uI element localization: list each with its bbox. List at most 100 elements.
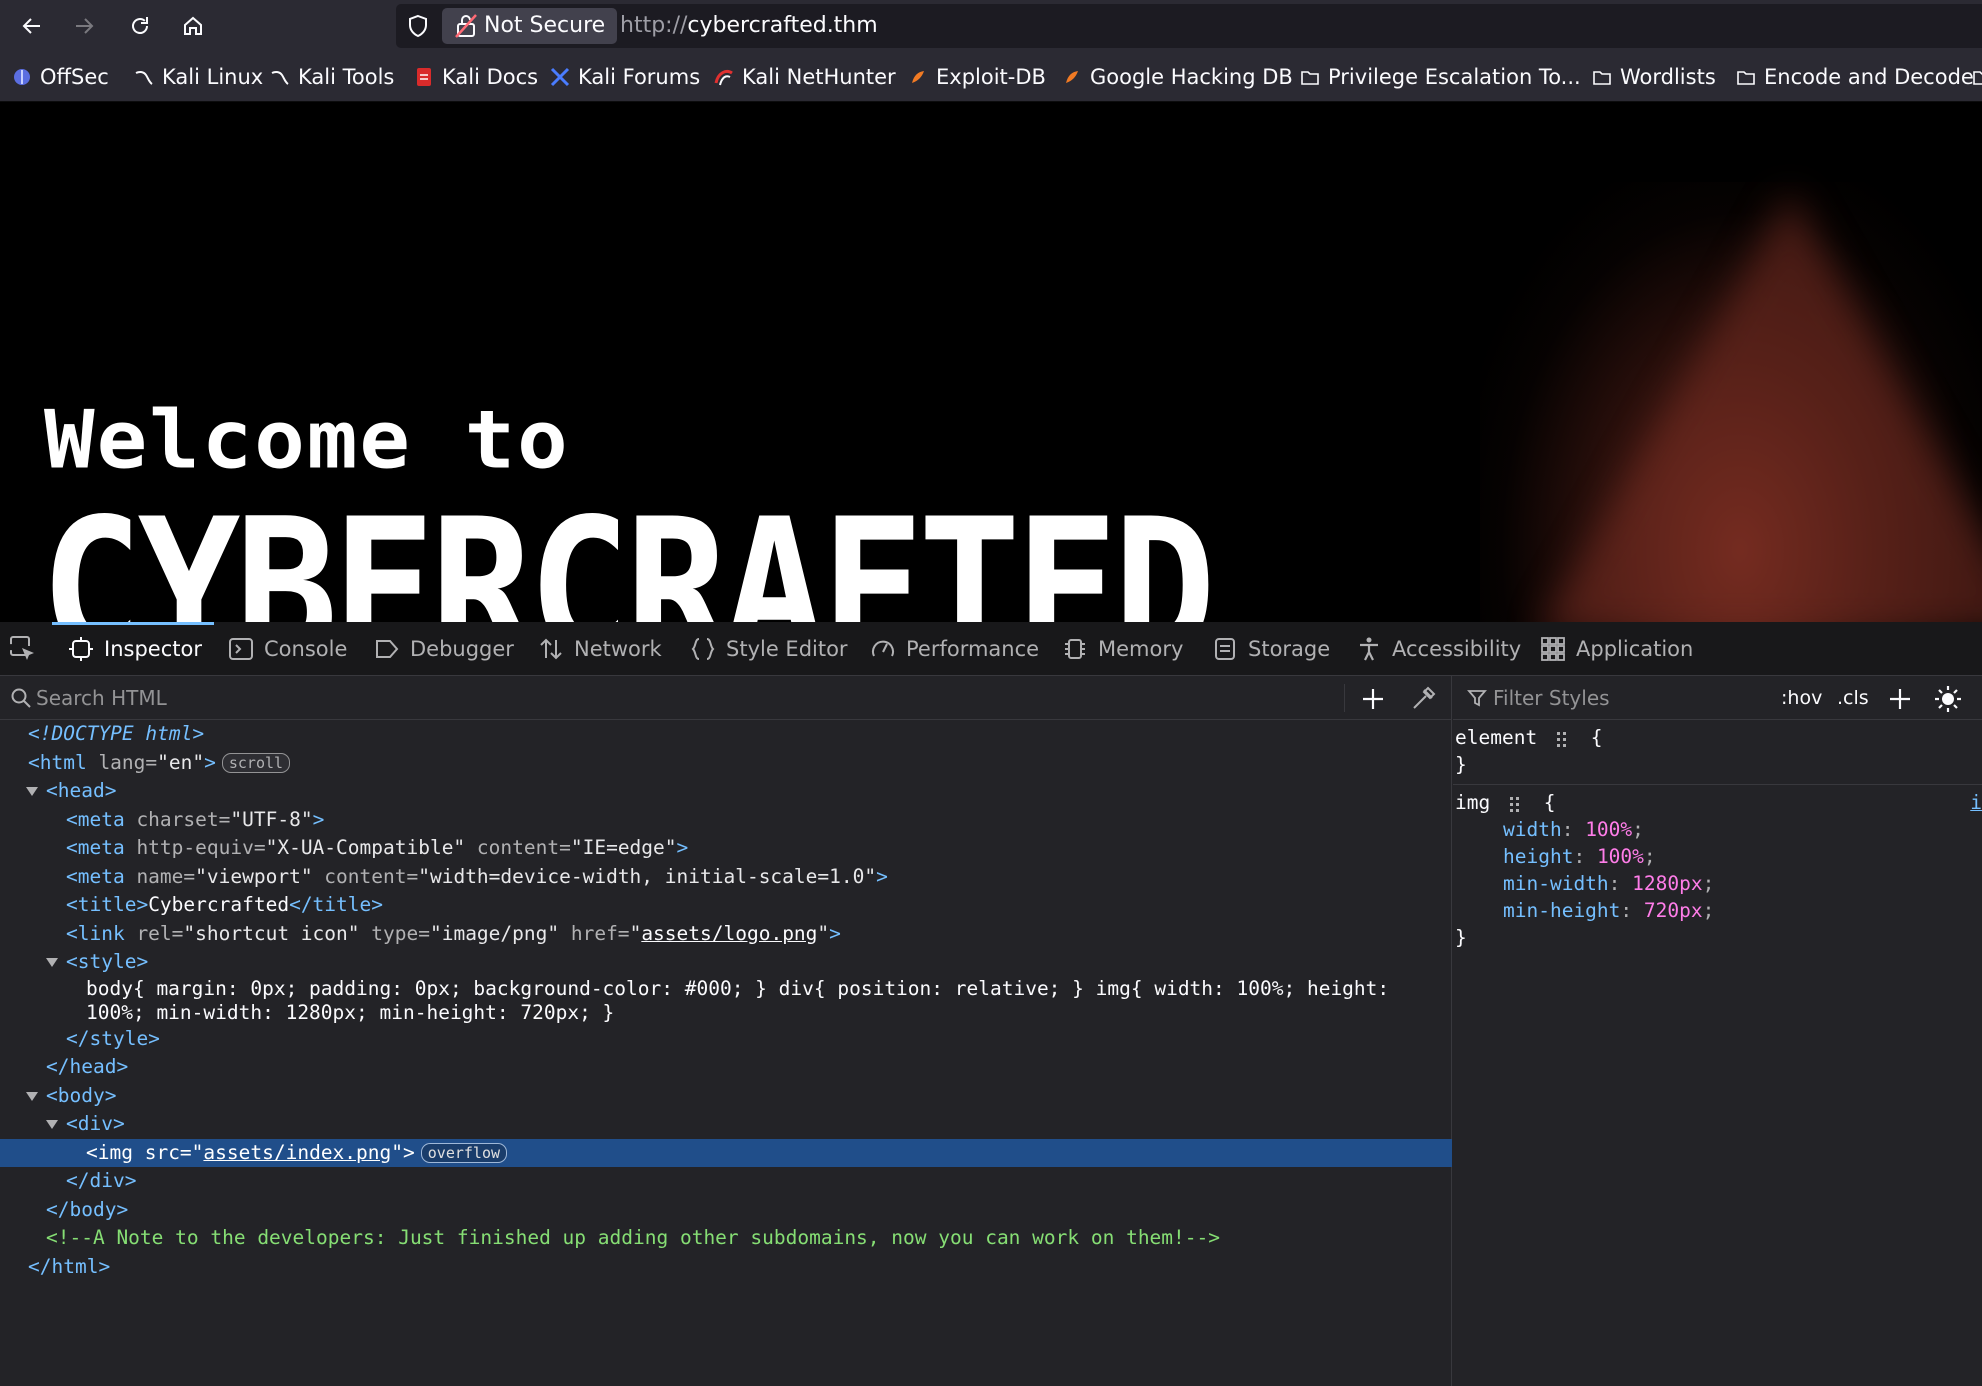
bookmark-offsec[interactable]: OffSec bbox=[12, 61, 109, 93]
markup-line-title[interactable]: <title>Cybercrafted</title> bbox=[0, 891, 1452, 920]
declaration[interactable]: min-width: 1280px; bbox=[1455, 870, 1982, 897]
bookmark-folder-privilege-escalation[interactable]: Privilege Escalation To... bbox=[1300, 61, 1581, 93]
markup-line-doctype[interactable]: <!DOCTYPE html> bbox=[0, 720, 1452, 749]
html-close-tag: </html> bbox=[28, 1254, 111, 1278]
scroll-badge[interactable]: scroll bbox=[221, 753, 291, 773]
markup-line-style-text[interactable]: body{ margin: 0px; padding: 0px; backgro… bbox=[0, 977, 1452, 1001]
reload-button[interactable] bbox=[122, 8, 158, 44]
bookmark-kali-tools[interactable]: Kali Tools bbox=[270, 61, 394, 93]
add-rule-icon[interactable] bbox=[1885, 684, 1915, 714]
bookmark-kali-nethunter[interactable]: Kali NetHunter bbox=[714, 61, 896, 93]
tab-accessibility[interactable]: Accessibility bbox=[1356, 622, 1521, 676]
offsec-icon bbox=[12, 67, 32, 87]
markup-line-body[interactable]: <body> bbox=[0, 1082, 1452, 1111]
body-close-tag: </body> bbox=[46, 1197, 129, 1221]
grid-highlight-icon[interactable] bbox=[1508, 795, 1526, 813]
expand-twisty-icon[interactable] bbox=[26, 1091, 38, 1101]
page-viewport: Welcome to CYBERCRAFTED bbox=[0, 102, 1982, 622]
attr-name: http-equiv= bbox=[124, 836, 266, 859]
back-button[interactable] bbox=[14, 8, 50, 44]
property-name: height bbox=[1503, 845, 1574, 868]
developer-comment: <!--A Note to the developers: Just finis… bbox=[46, 1226, 1220, 1249]
rule-selector-line[interactable]: img {i bbox=[1455, 789, 1982, 816]
url-bar[interactable]: Not Secure http://cybercrafted.thm bbox=[396, 4, 1982, 48]
eyedropper-icon[interactable] bbox=[1408, 684, 1438, 714]
attr-name: charset= bbox=[124, 807, 231, 831]
bookmark-overflow-folder[interactable] bbox=[1972, 61, 1982, 93]
markup-line-html-close[interactable]: </html> bbox=[0, 1253, 1452, 1282]
rule-source-link[interactable]: i bbox=[1970, 789, 1982, 816]
not-secure-indicator[interactable]: Not Secure bbox=[442, 8, 618, 44]
filter-styles-input[interactable]: Filter Styles bbox=[1493, 686, 1610, 710]
tab-debugger[interactable]: Debugger bbox=[374, 622, 514, 676]
kali-dragon-icon bbox=[270, 67, 290, 87]
declaration[interactable]: width: 100%; bbox=[1455, 816, 1982, 843]
markup-line-body-close[interactable]: </body> bbox=[0, 1196, 1452, 1225]
overflow-badge[interactable]: overflow bbox=[420, 1143, 508, 1163]
cls-toggle[interactable]: .cls bbox=[1837, 687, 1869, 709]
img-src-link[interactable]: assets/index.png bbox=[203, 1141, 391, 1164]
logo-href-link[interactable]: assets/logo.png bbox=[641, 922, 817, 945]
ghdb-icon bbox=[1062, 67, 1082, 87]
markup-line-meta-charset[interactable]: <meta charset="UTF-8"> bbox=[0, 806, 1452, 835]
bookmark-kali-linux[interactable]: Kali Linux bbox=[134, 61, 263, 93]
markup-line-div[interactable]: <div> bbox=[0, 1110, 1452, 1139]
hov-toggle[interactable]: :hov bbox=[1781, 687, 1822, 709]
markup-line-meta-viewport[interactable]: <meta name="viewport" content="width=dev… bbox=[0, 863, 1452, 892]
attr-value: "UTF-8" bbox=[230, 807, 313, 831]
markup-line-comment[interactable]: <!--A Note to the developers: Just finis… bbox=[0, 1224, 1452, 1253]
search-html-input[interactable]: Search HTML bbox=[36, 686, 167, 710]
bookmark-label: Kali Tools bbox=[298, 65, 395, 89]
attr-value: "shortcut icon" bbox=[183, 921, 360, 945]
tab-application[interactable]: Application bbox=[1540, 622, 1693, 676]
insecure-lock-icon bbox=[455, 14, 477, 38]
markup-line-head-close[interactable]: </head> bbox=[0, 1053, 1452, 1082]
tab-network[interactable]: Network bbox=[538, 622, 662, 676]
element-picker-icon[interactable] bbox=[8, 634, 38, 664]
bookmark-google-hacking-db[interactable]: Google Hacking DB bbox=[1062, 61, 1293, 93]
tab-performance[interactable]: Performance bbox=[870, 622, 1039, 676]
tab-console[interactable]: Console bbox=[228, 622, 347, 676]
nethunter-icon bbox=[714, 67, 734, 87]
expand-twisty-icon[interactable] bbox=[46, 958, 58, 967]
url-text[interactable]: http://cybercrafted.thm bbox=[620, 12, 878, 40]
markup-line-img-selected[interactable]: <img src="assets/index.png"> overflow bbox=[0, 1138, 1452, 1167]
expand-twisty-icon[interactable] bbox=[26, 787, 38, 796]
markup-line-link[interactable]: <link rel="shortcut icon" type="image/pn… bbox=[0, 920, 1452, 949]
declaration[interactable]: height: 100%; bbox=[1455, 843, 1982, 870]
expand-twisty-icon[interactable] bbox=[46, 1120, 58, 1129]
attr-value: "en" bbox=[157, 750, 205, 774]
home-button[interactable] bbox=[175, 8, 211, 44]
arrow-left-icon bbox=[22, 18, 40, 34]
property-value: 100% bbox=[1585, 818, 1633, 841]
markup-line-div-close[interactable]: </div> bbox=[0, 1167, 1452, 1196]
shield-icon[interactable] bbox=[406, 14, 430, 38]
tab-storage[interactable]: Storage bbox=[1212, 622, 1330, 676]
tab-memory[interactable]: Memory bbox=[1062, 622, 1183, 676]
bookmark-folder-wordlists[interactable]: Wordlists bbox=[1592, 61, 1716, 93]
toolbar-divider bbox=[1344, 684, 1345, 712]
bookmark-kali-forums[interactable]: Kali Forums bbox=[550, 61, 700, 93]
bookmark-exploit-db[interactable]: Exploit-DB bbox=[908, 61, 1046, 93]
markup-line-head[interactable]: <head> bbox=[0, 777, 1452, 806]
tab-inspector[interactable]: Inspector bbox=[52, 622, 214, 676]
light-mode-sun-icon[interactable] bbox=[1933, 684, 1963, 714]
bookmark-folder-encode-decode[interactable]: Encode and Decode bbox=[1736, 61, 1974, 93]
bookmark-label: Google Hacking DB bbox=[1090, 65, 1293, 89]
attr-name: name= bbox=[124, 864, 196, 888]
attr-name: content= bbox=[465, 836, 571, 859]
forward-button[interactable] bbox=[66, 8, 102, 44]
declaration[interactable]: min-height: 720px; bbox=[1455, 897, 1982, 924]
rule-selector: img bbox=[1455, 791, 1491, 814]
markup-line-html[interactable]: <html lang="en"> scroll bbox=[0, 749, 1452, 778]
markup-line-style[interactable]: <style> bbox=[0, 948, 1452, 977]
add-node-icon[interactable] bbox=[1358, 684, 1388, 714]
markup-line-meta-compat[interactable]: <meta http-equiv="X-UA-Compatible" conte… bbox=[0, 834, 1452, 863]
grid-highlight-icon[interactable] bbox=[1555, 730, 1573, 748]
bookmark-kali-docs[interactable]: Kali Docs bbox=[414, 61, 538, 93]
markup-line-style-close[interactable]: </style> bbox=[0, 1025, 1452, 1054]
rule-selector-line[interactable]: element { bbox=[1455, 724, 1982, 751]
style-rules: element { } img {i width: 100%; height: … bbox=[1453, 720, 1982, 957]
tab-style-editor[interactable]: Style Editor bbox=[690, 622, 848, 676]
markup-line-style-text[interactable]: 100%; min-width: 1280px; min-height: 720… bbox=[0, 1001, 1452, 1025]
